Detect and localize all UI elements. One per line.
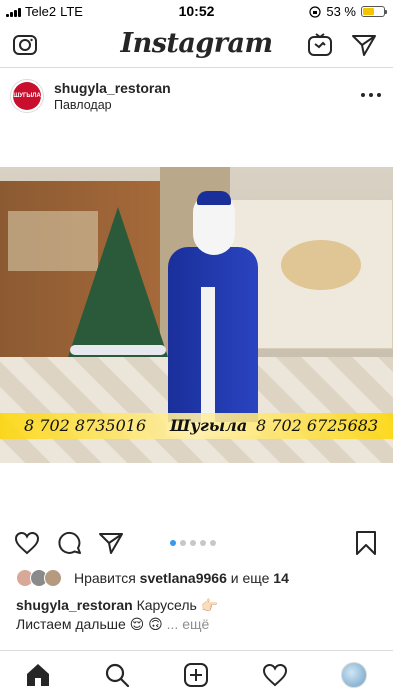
caption-more-link[interactable]: ещё (182, 616, 209, 632)
battery-percent: 53 % (326, 4, 356, 19)
app-header: Instagram (0, 22, 393, 68)
caption-line2: Листаем дальше 😌 🙃 (16, 616, 163, 632)
post-location[interactable]: Павлодар (54, 98, 112, 112)
more-options-icon[interactable] (361, 87, 381, 103)
phone-banner: 8 702 8735016 Шугыла 8 702 6725683 (0, 413, 393, 439)
phone-right: 8 702 6725683 (256, 416, 379, 435)
christmas-tree (68, 207, 168, 357)
likes-conj: и еще (230, 570, 270, 586)
status-bar: Tele2 LTE 10:52 53 % (0, 0, 393, 22)
santa-trim (201, 287, 215, 427)
post-actions (0, 527, 393, 559)
avatar-label: ШУГЫЛА (13, 82, 41, 110)
direct-message-icon[interactable] (350, 31, 378, 59)
post-photo[interactable]: 8 702 8735016 Шугыла 8 702 6725683 (0, 167, 393, 463)
carousel-dot (180, 540, 186, 546)
share-icon[interactable] (97, 529, 125, 557)
post-author-avatar[interactable]: ШУГЫЛА (10, 79, 44, 113)
brand-text: Шугыла (170, 416, 248, 435)
profile-avatar[interactable] (340, 661, 368, 689)
battery-icon (361, 6, 387, 17)
carousel-dot (210, 540, 216, 546)
carousel-dot (170, 540, 176, 546)
orientation-lock-icon (309, 5, 321, 18)
igtv-icon[interactable] (306, 31, 334, 59)
likes-count[interactable]: 14 (273, 570, 289, 586)
caption-username[interactable]: shugyla_restoran (16, 597, 133, 613)
liker-avatars (16, 569, 68, 587)
post-username[interactable]: shugyla_restoran (54, 80, 171, 96)
home-icon[interactable] (24, 661, 52, 689)
comment-icon[interactable] (55, 529, 83, 557)
like-heart-icon[interactable] (13, 529, 41, 557)
likes-user[interactable]: svetlana9966 (140, 570, 227, 586)
carousel-dot (200, 540, 206, 546)
caption-ellipsis: ... (166, 616, 179, 632)
bottom-tab-bar (0, 650, 393, 699)
santa-hat (197, 191, 231, 205)
activity-icon[interactable] (261, 661, 289, 689)
search-icon[interactable] (103, 661, 131, 689)
carousel-dot (190, 540, 196, 546)
save-bookmark-icon[interactable] (352, 529, 380, 557)
likes-prefix: Нравится (74, 570, 136, 586)
new-post-icon[interactable] (182, 661, 210, 689)
tree-base (70, 345, 166, 355)
likes-summary[interactable]: Нравится svetlana9966 и еще 14 (16, 568, 386, 588)
status-right: 53 % (309, 4, 387, 19)
instagram-logo: Instagram (120, 28, 273, 59)
post-header: ШУГЫЛА shugyla_restoran Павлодар (0, 69, 393, 123)
caption-line1: Карусель 👉🏻 (136, 597, 219, 613)
post-caption: shugyla_restoran Карусель 👉🏻 Листаем дал… (16, 596, 386, 634)
phone-left: 8 702 8735016 (24, 416, 147, 435)
carousel-indicator (170, 540, 216, 546)
